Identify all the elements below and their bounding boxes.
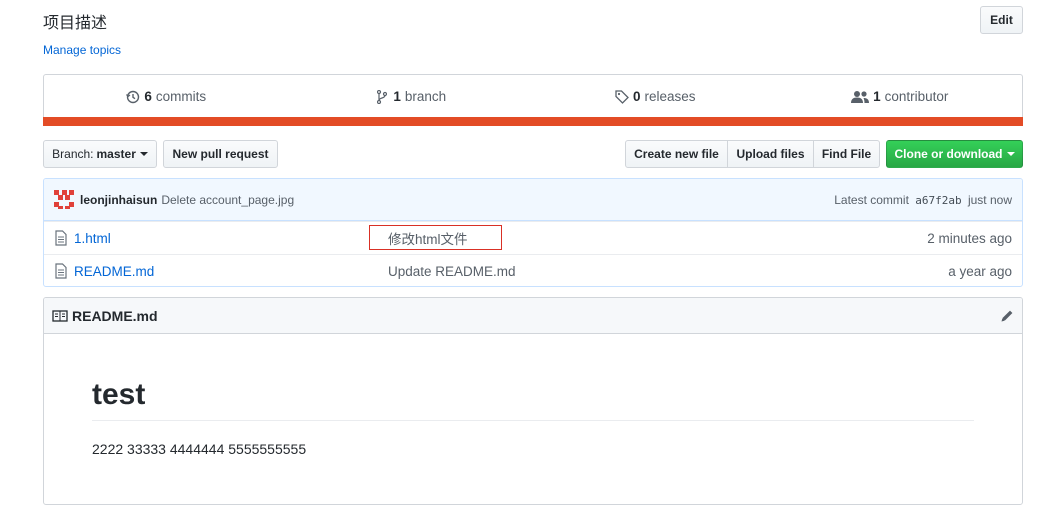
upload-files-button[interactable]: Upload files <box>727 140 814 168</box>
file-row: README.md Update README.md a year ago <box>44 254 1022 286</box>
commits-count: 6 <box>144 89 152 104</box>
readme-header: README.md <box>44 298 1022 334</box>
branches-link[interactable]: 1 branch <box>289 89 534 104</box>
repo-summary: 6 commits 1 branch 0 releases 1 contribu… <box>43 74 1023 126</box>
file-commit-time: a year ago <box>948 263 1012 279</box>
releases-link[interactable]: 0 releases <box>533 89 778 104</box>
readme-paragraph: 2222 33333 4444444 5555555555 <box>92 441 307 457</box>
commit-message-link[interactable]: Delete account_page.jpg <box>161 193 294 207</box>
people-icon <box>851 90 870 104</box>
branch-select-button[interactable]: Branch: master <box>43 140 157 168</box>
readme-heading: test <box>92 378 974 421</box>
clone-or-download-button[interactable]: Clone or download <box>886 140 1023 168</box>
contributors-label: contributor <box>884 89 949 104</box>
manage-topics-link[interactable]: Manage topics <box>43 43 121 57</box>
git-branch-icon <box>375 89 389 104</box>
commits-label: commits <box>155 89 207 104</box>
history-icon <box>126 90 140 104</box>
latest-commit-info: Latest commit a67f2ab just now <box>834 193 1012 207</box>
file-name-link[interactable]: 1.html <box>74 231 374 246</box>
caret-down-icon <box>1006 152 1015 156</box>
new-pull-request-button[interactable]: New pull request <box>163 140 278 168</box>
file-commit-time: 2 minutes ago <box>927 230 1012 246</box>
file-list: leonjinhaisun Delete account_page.jpg La… <box>43 178 1023 287</box>
commit-author-link[interactable]: leonjinhaisun <box>80 193 157 207</box>
commit-sha-link[interactable]: a67f2ab <box>915 194 961 207</box>
create-new-file-button[interactable]: Create new file <box>625 140 728 168</box>
file-icon <box>55 263 67 279</box>
readme-content: test 2222 33333 4444444 5555555555 <box>44 378 1022 457</box>
file-row: 1.html 修改html文件 2 minutes ago <box>44 221 1022 254</box>
readme-filename: README.md <box>72 307 158 324</box>
language-bar[interactable] <box>43 117 1023 126</box>
contributors-count: 1 <box>873 89 881 104</box>
book-icon <box>52 309 68 322</box>
branch-prefix: Branch: <box>52 147 94 161</box>
branches-count: 1 <box>393 89 401 104</box>
find-file-button[interactable]: Find File <box>813 140 880 168</box>
releases-count: 0 <box>632 89 641 104</box>
file-name-link[interactable]: README.md <box>74 264 374 279</box>
caret-down-icon <box>139 152 148 156</box>
latest-commit-bar: leonjinhaisun Delete account_page.jpg La… <box>44 179 1022 221</box>
latest-commit-time: just now <box>967 192 1012 207</box>
edit-description-button[interactable]: Edit <box>980 6 1023 34</box>
releases-label: releases <box>644 89 696 104</box>
latest-commit-prefix: Latest commit <box>834 192 909 207</box>
avatar[interactable] <box>54 189 74 210</box>
clone-label: Clone or download <box>894 147 1003 161</box>
file-commit-message-link[interactable]: 修改html文件 <box>388 228 468 248</box>
repo-description: 项目描述 <box>43 15 108 32</box>
file-commit-message-link[interactable]: Update README.md <box>388 264 516 279</box>
branches-label: branch <box>404 89 447 104</box>
tag-icon <box>615 89 629 104</box>
branch-value: master <box>96 147 136 161</box>
contributors-link[interactable]: 1 contributor <box>778 89 1023 104</box>
readme-panel: README.md test 2222 33333 4444444 555555… <box>43 297 1023 505</box>
file-icon <box>55 230 67 246</box>
commits-link[interactable]: 6 commits <box>44 89 289 104</box>
pencil-icon[interactable] <box>1000 309 1014 323</box>
